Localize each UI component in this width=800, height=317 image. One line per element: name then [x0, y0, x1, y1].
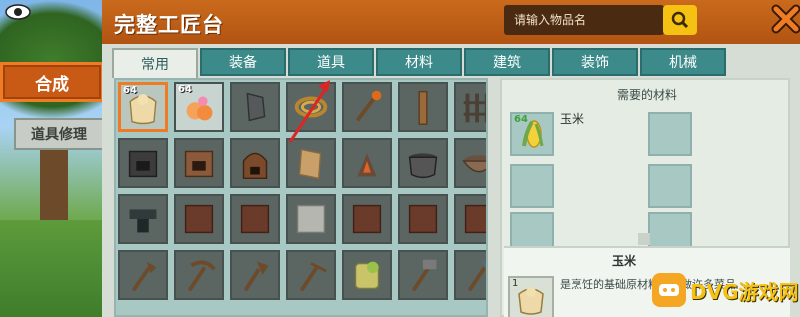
recipe-slot[interactable]: [230, 82, 280, 132]
recipe-grid-panel: 64 64: [114, 78, 488, 317]
close-button[interactable]: [770, 2, 800, 36]
watermark-text: DVG游戏网: [690, 279, 799, 304]
tab-building[interactable]: 建筑: [464, 48, 550, 76]
tab-decoration[interactable]: 装饰: [552, 48, 638, 76]
recipe-slot[interactable]: [398, 250, 448, 300]
recipe-slot[interactable]: [118, 194, 168, 244]
recipe-slot[interactable]: 64: [174, 82, 224, 132]
brown-block-icon: [240, 204, 270, 234]
torch-icon: [355, 90, 382, 122]
item-title: 玉米: [612, 254, 637, 268]
recipe-slot[interactable]: [398, 138, 448, 188]
background-ground: [0, 220, 110, 317]
flour-sack-icon: [518, 287, 544, 315]
fence-icon: [463, 93, 486, 123]
recipe-slot[interactable]: [230, 250, 280, 300]
brown-block-icon: [464, 204, 486, 234]
recipe-grid: 64 64: [118, 82, 486, 302]
paper-icon: [298, 148, 322, 180]
recipe-slot[interactable]: [454, 250, 486, 300]
requirement-slot[interactable]: [510, 164, 554, 208]
watermark: DVG游戏网: [652, 270, 800, 310]
rake-icon: [299, 262, 327, 292]
brown-block-icon: [408, 204, 438, 234]
recipe-slot[interactable]: [286, 194, 336, 244]
recipe-slot[interactable]: [174, 250, 224, 300]
recipe-slot[interactable]: [454, 194, 486, 244]
window-title: 完整工匠台: [114, 13, 224, 37]
divider-handle: [638, 233, 650, 245]
recipe-slot[interactable]: [454, 138, 486, 188]
item-icon-slot: 1: [508, 276, 554, 317]
requirement-slot[interactable]: [648, 112, 692, 156]
recipe-slot[interactable]: [118, 250, 168, 300]
requirement-slot[interactable]: [648, 164, 692, 208]
recipe-slot[interactable]: [398, 82, 448, 132]
recipe-slot[interactable]: [342, 138, 392, 188]
recipe-slot[interactable]: [342, 250, 392, 300]
recipe-slot[interactable]: [342, 82, 392, 132]
brown-block-icon: [352, 204, 382, 234]
seed-bag-icon: [354, 261, 380, 290]
brown-block-icon: [184, 204, 214, 234]
search-icon: [671, 11, 689, 29]
recipe-slot[interactable]: [174, 138, 224, 188]
hammer-icon: [411, 259, 437, 292]
recipe-slot[interactable]: 64: [118, 82, 168, 132]
recipe-slot[interactable]: [230, 138, 280, 188]
recipe-slot[interactable]: [398, 194, 448, 244]
axe-icon: [131, 261, 157, 292]
corn-icon: [522, 120, 544, 148]
recipe-slot[interactable]: [286, 250, 336, 300]
tab-tools[interactable]: 道具: [288, 48, 374, 76]
bowl-icon: [462, 155, 486, 173]
recipe-slot[interactable]: [118, 138, 168, 188]
recipe-slot[interactable]: [230, 194, 280, 244]
title-bar: 完整工匠台: [102, 0, 800, 44]
side-tab-craft[interactable]: 合成: [0, 62, 104, 102]
anvil-icon: [129, 209, 157, 233]
tab-machinery[interactable]: 机械: [640, 48, 726, 76]
furnace-icon: [128, 150, 158, 178]
search-box[interactable]: [504, 5, 664, 35]
side-tab-repair[interactable]: 道具修理: [14, 118, 104, 150]
category-tabs: 常用 装备 道具 材料 建筑 装饰 机械: [112, 48, 728, 78]
requirement-slot[interactable]: 64: [510, 112, 554, 156]
pickaxe-icon: [187, 260, 216, 292]
recipe-slot[interactable]: [454, 82, 486, 132]
search-input[interactable]: [514, 13, 662, 27]
recipe-slot[interactable]: [286, 138, 336, 188]
stone-icon: [246, 92, 266, 122]
search-button[interactable]: [663, 5, 697, 35]
hatchet-icon: [467, 259, 486, 292]
slot-count: 64: [178, 84, 192, 95]
requirements-title: 需要的材料: [616, 88, 677, 102]
gamepad-logo-icon: [652, 273, 686, 307]
kiln-icon: [242, 152, 268, 180]
recipe-slot[interactable]: [286, 82, 336, 132]
tab-equipment[interactable]: 装备: [200, 48, 286, 76]
requirement-name: 玉米: [560, 112, 585, 126]
tab-materials[interactable]: 材料: [376, 48, 462, 76]
shovel-icon: [243, 261, 269, 292]
eye-icon[interactable]: [4, 2, 32, 22]
tab-common[interactable]: 常用: [112, 48, 198, 78]
cooking-pot-icon: [408, 153, 438, 179]
rope-icon: [294, 96, 328, 118]
close-icon: [771, 4, 800, 34]
oven-icon: [184, 150, 214, 178]
gray-block-icon: [296, 204, 326, 234]
recipe-slot[interactable]: [342, 194, 392, 244]
stick-icon: [418, 90, 428, 125]
slot-count: 64: [123, 85, 137, 96]
campfire-icon: [357, 153, 377, 177]
recipe-slot[interactable]: [174, 194, 224, 244]
